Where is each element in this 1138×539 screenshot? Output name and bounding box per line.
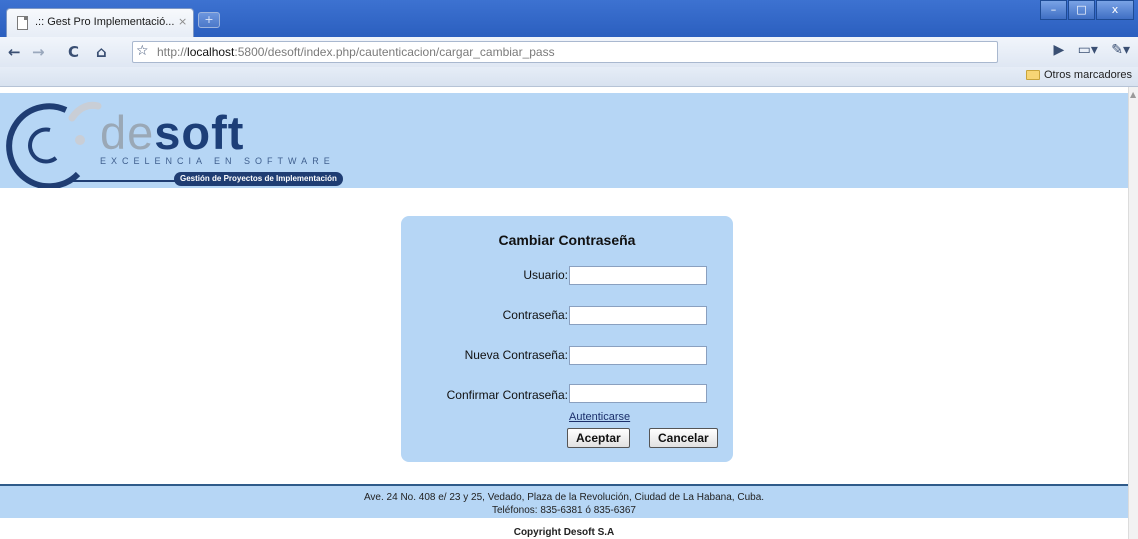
footer-address: Ave. 24 No. 408 e/ 23 y 25, Vedado, Plaz… — [363, 492, 765, 503]
form-title: Cambiar Contraseña — [498, 232, 636, 248]
browser-tab[interactable]: .:: Gest Pro Implementació... × — [6, 8, 194, 37]
tab-title: .:: Gest Pro Implementació... — [35, 16, 175, 28]
username-input[interactable] — [569, 266, 707, 285]
desoft-logo: desoft EXCELENCIA EN SOFTWARE Gestión de… — [6, 96, 366, 188]
footer-phones: Teléfonos: 835-6381 ó 835-6367 — [491, 505, 636, 516]
logo-swirl-icon — [6, 101, 102, 188]
tab-close-icon[interactable]: × — [178, 15, 187, 28]
password-label: Contraseña: — [502, 308, 568, 322]
browser-titlebar: .:: Gest Pro Implementació... × + – □ x — [0, 0, 1138, 37]
new-password-label: Nueva Contraseña: — [464, 348, 568, 362]
close-window-button[interactable]: x — [1096, 0, 1134, 20]
authenticate-link[interactable]: Autenticarse — [569, 411, 630, 423]
confirm-password-label: Confirmar Contraseña: — [446, 388, 568, 402]
password-input[interactable] — [569, 306, 707, 325]
new-tab-button[interactable]: + — [198, 12, 220, 28]
forward-icon[interactable]: → — [32, 43, 45, 61]
back-icon[interactable]: ← — [8, 43, 21, 61]
logo-subtitle: Gestión de Proyectos de Implementación — [174, 172, 343, 186]
logo-tagline: EXCELENCIA EN SOFTWARE — [100, 156, 335, 166]
wrench-icon[interactable]: ✎▾ — [1111, 42, 1130, 58]
reload-icon[interactable]: C — [68, 43, 79, 61]
play-icon[interactable]: ▶ — [1053, 42, 1064, 58]
scroll-up-icon[interactable]: ▲ — [1130, 90, 1136, 99]
site-header: desoft EXCELENCIA EN SOFTWARE Gestión de… — [0, 93, 1128, 188]
browser-right-buttons: ▶ ▭▾ ✎▾ — [1053, 42, 1130, 58]
username-label: Usuario: — [523, 268, 568, 282]
change-password-panel: Cambiar Contraseña Usuario: Contraseña: … — [401, 216, 733, 462]
maximize-button[interactable]: □ — [1068, 0, 1095, 20]
page-menu-icon[interactable]: ▭▾ — [1078, 42, 1098, 58]
page-icon — [17, 16, 28, 30]
bookmarks-bar: Otros marcadores — [0, 67, 1138, 87]
home-icon[interactable]: ⌂ — [96, 43, 107, 61]
vertical-scrollbar[interactable]: ▲ — [1128, 87, 1138, 539]
accept-button[interactable]: Aceptar — [567, 428, 630, 448]
new-password-input[interactable] — [569, 346, 707, 365]
logo-divider — [72, 180, 182, 182]
address-bar[interactable]: ☆ http://localhost:5800/desoft/index.php… — [132, 41, 998, 63]
minimize-button[interactable]: – — [1040, 0, 1067, 20]
cancel-button[interactable]: Cancelar — [649, 428, 718, 448]
logo-wordmark: desoft — [100, 106, 245, 159]
bookmark-star-icon[interactable]: ☆ — [136, 43, 149, 59]
url-text: http://localhost:5800/desoft/index.php/c… — [157, 45, 555, 59]
window-controls: – □ x — [1039, 0, 1134, 20]
site-footer: Ave. 24 No. 408 e/ 23 y 25, Vedado, Plaz… — [0, 484, 1128, 518]
folder-icon — [1025, 70, 1040, 80]
footer-copyright: Copyright Desoft S.A — [513, 527, 615, 538]
page-content: desoft EXCELENCIA EN SOFTWARE Gestión de… — [0, 87, 1128, 539]
other-bookmarks[interactable]: Otros marcadores — [1025, 69, 1132, 81]
confirm-password-input[interactable] — [569, 384, 707, 403]
